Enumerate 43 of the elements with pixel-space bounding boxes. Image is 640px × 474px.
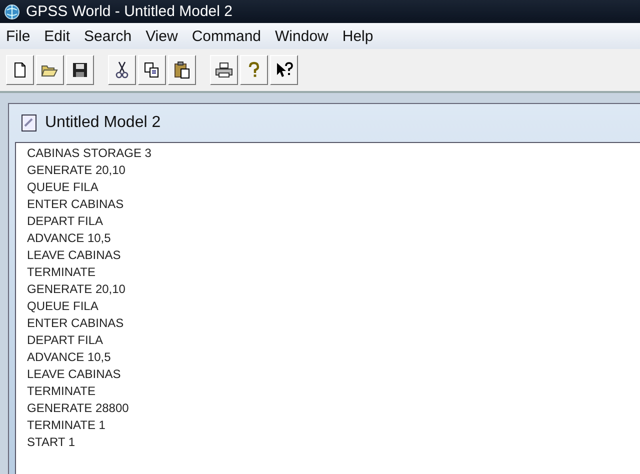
- code-line: START 1: [27, 434, 76, 451]
- code-line: GENERATE 20,10: [27, 281, 126, 298]
- toolbar-button[interactable]: [168, 55, 196, 85]
- copy-icon: [143, 61, 161, 79]
- pointer-question-icon: [275, 61, 293, 79]
- code-line: ADVANCE 10,5: [27, 349, 112, 366]
- menu-item[interactable]: Window: [273, 28, 338, 44]
- menu-item[interactable]: View: [144, 28, 187, 44]
- scissors-icon: [113, 61, 131, 79]
- menu-item[interactable]: Edit: [42, 28, 80, 44]
- code-line: DEPART FILA: [27, 332, 104, 349]
- code-line: TERMINATE: [27, 264, 96, 281]
- code-line: LEAVE CABINAS: [27, 247, 122, 264]
- printer-icon: [215, 61, 233, 79]
- toolbar-button[interactable]: [6, 55, 34, 85]
- code-line: ENTER CABINAS: [27, 196, 125, 213]
- code-line: GENERATE 28800: [27, 400, 130, 417]
- menu-item[interactable]: Command: [190, 28, 270, 44]
- toolbar-button[interactable]: [36, 55, 64, 85]
- toolbar-button[interactable]: [66, 55, 94, 85]
- code-line: ADVANCE 10,5: [27, 230, 112, 247]
- code-line: QUEUE FILA: [27, 179, 100, 196]
- code-line: CABINAS STORAGE 3: [27, 145, 152, 162]
- document-title: Untitled Model 2: [45, 114, 161, 132]
- code-line: TERMINATE: [27, 383, 96, 400]
- toolbar-button[interactable]: [210, 55, 238, 85]
- code-line: LEAVE CABINAS: [27, 366, 122, 383]
- toolbar-button[interactable]: [270, 55, 298, 85]
- globe-icon: [4, 4, 20, 20]
- paste-icon: [173, 61, 191, 79]
- toolbar-button[interactable]: [108, 55, 136, 85]
- code-line: TERMINATE 1: [27, 417, 106, 434]
- code-line: GENERATE 20,10: [27, 162, 126, 179]
- code-line: ENTER CABINAS: [27, 315, 125, 332]
- toolbar-button[interactable]: [138, 55, 166, 85]
- save-icon: [71, 61, 89, 79]
- window-title: GPSS World - Untitled Model 2: [26, 3, 232, 20]
- code-line: QUEUE FILA: [27, 298, 100, 315]
- menu-item[interactable]: Help: [340, 28, 382, 44]
- menu-item[interactable]: File: [4, 28, 40, 44]
- document-icon: [21, 114, 37, 132]
- menu-item[interactable]: Search: [82, 28, 141, 44]
- code-line: DEPART FILA: [27, 213, 104, 230]
